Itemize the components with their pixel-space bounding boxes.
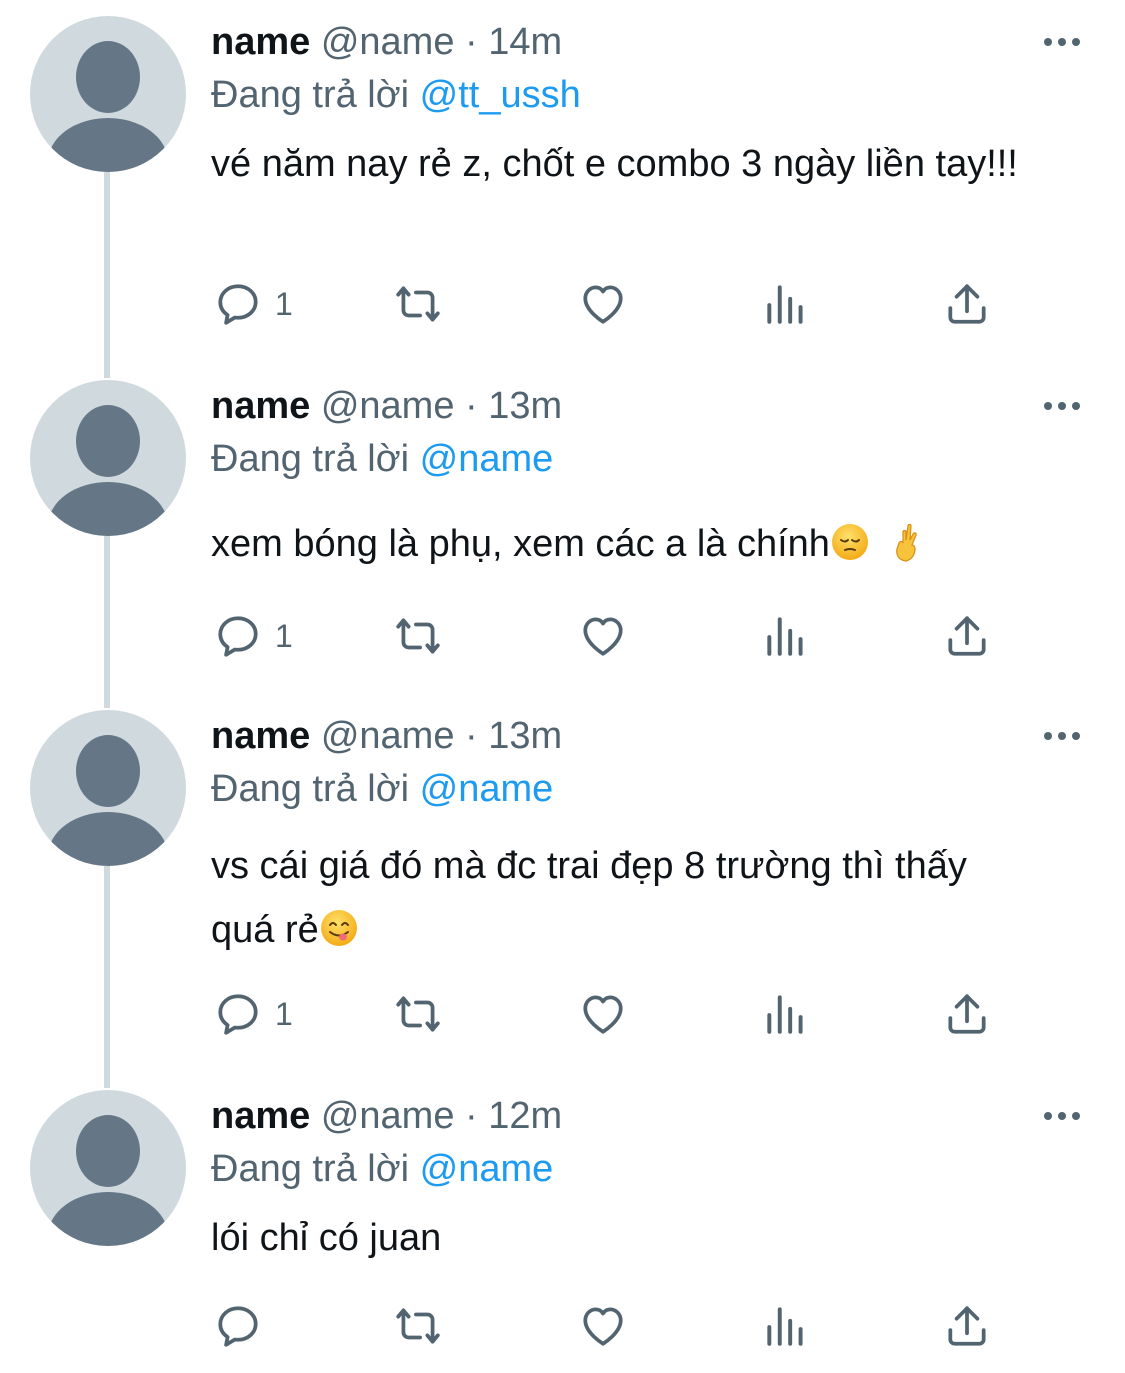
mention-link[interactable]: @name <box>420 768 554 810</box>
user-handle[interactable]: @name <box>321 385 455 427</box>
avatar[interactable] <box>30 16 186 172</box>
reply-button[interactable] <box>213 1296 275 1356</box>
timestamp[interactable]: 14m <box>488 21 562 63</box>
share-button[interactable] <box>942 606 992 666</box>
replying-prefix: Đang trả lời <box>211 768 410 810</box>
tweet-actions: 1 <box>0 606 1125 666</box>
like-icon <box>583 995 623 1034</box>
tweet-text-row: vs cái giá đó mà đc trai đẹp 8 trường th… <box>211 834 1031 962</box>
timestamp[interactable]: 13m <box>488 385 562 427</box>
retweet-icon <box>396 996 440 1032</box>
replying-to: Đang trả lời @name <box>211 766 553 812</box>
thread-connector <box>104 866 110 1088</box>
reply-icon <box>218 1306 258 1347</box>
replying-to: Đang trả lời @tt_ussh <box>211 72 581 118</box>
like-button[interactable] <box>578 984 628 1044</box>
reply-count: 1 <box>275 617 293 654</box>
separator-dot: · <box>465 21 478 63</box>
views-icon <box>767 285 803 324</box>
tweet-actions <box>0 1296 1125 1356</box>
user-handle[interactable]: @name <box>321 21 455 63</box>
replying-prefix: Đang trả lời <box>211 1148 410 1190</box>
display-name[interactable]: name <box>211 21 310 63</box>
reply-icon <box>218 994 258 1035</box>
tweet-text: lói chỉ có juan <box>211 1217 442 1259</box>
share-icon <box>948 616 986 656</box>
reply-icon <box>218 616 258 657</box>
like-icon <box>583 285 623 324</box>
tweet-actions: 1 <box>0 274 1125 334</box>
mention-link[interactable]: @tt_ussh <box>420 74 581 116</box>
views-icon <box>767 995 803 1034</box>
retweet-button[interactable] <box>393 984 443 1044</box>
display-name[interactable]: name <box>211 385 310 427</box>
mention-link[interactable]: @name <box>420 438 554 480</box>
tweet-header: name @name · 13m <box>211 384 562 428</box>
tweet-actions: 1 <box>0 984 1125 1044</box>
tweet-header: name @name · 14m <box>211 20 562 64</box>
views-icon <box>767 617 803 656</box>
like-button[interactable] <box>578 1296 628 1356</box>
like-icon <box>583 1307 623 1346</box>
tweet-header: name @name · 12m <box>211 1094 562 1138</box>
replying-prefix: Đang trả lời <box>211 438 410 480</box>
replying-prefix: Đang trả lời <box>211 74 410 116</box>
views-icon <box>767 1307 803 1346</box>
avatar[interactable] <box>30 380 186 536</box>
like-button[interactable] <box>578 606 628 666</box>
tweet-text: vé năm nay rẻ z, chốt e combo 3 ngày liề… <box>211 143 1018 185</box>
display-name[interactable]: name <box>211 1095 310 1137</box>
avatar[interactable] <box>30 710 186 866</box>
display-name[interactable]: name <box>211 715 310 757</box>
views-button[interactable] <box>761 274 811 334</box>
share-button[interactable] <box>942 274 992 334</box>
more-icon[interactable] <box>1040 390 1084 420</box>
timestamp[interactable]: 12m <box>488 1095 562 1137</box>
reply-count: 1 <box>275 285 293 322</box>
reply-button[interactable]: 1 <box>213 606 293 666</box>
reply-icon <box>218 284 258 325</box>
share-button[interactable] <box>942 1296 992 1356</box>
tweet-text-row: xem bóng là phụ, xem các a là chính <box>211 520 1071 568</box>
views-button[interactable] <box>761 984 811 1044</box>
like-button[interactable] <box>578 274 628 334</box>
tweet-text: xem bóng là phụ, xem các a là chính <box>211 523 830 565</box>
retweet-icon <box>396 1308 440 1344</box>
reply-button[interactable]: 1 <box>213 274 293 334</box>
replying-to: Đang trả lời @name <box>211 436 553 482</box>
retweet-button[interactable] <box>393 1296 443 1356</box>
retweet-button[interactable] <box>393 274 443 334</box>
user-handle[interactable]: @name <box>321 715 455 757</box>
timestamp[interactable]: 13m <box>488 715 562 757</box>
more-icon[interactable] <box>1040 720 1084 750</box>
separator-dot: · <box>465 1095 478 1137</box>
like-icon <box>583 617 623 656</box>
more-icon[interactable] <box>1040 26 1084 56</box>
retweet-button[interactable] <box>393 606 443 666</box>
tweet-header: name @name · 13m <box>211 714 562 758</box>
crossed-fingers-emoji <box>896 523 917 562</box>
more-icon[interactable] <box>1040 1100 1084 1130</box>
pensive-face-emoji <box>831 524 868 560</box>
reply-button[interactable]: 1 <box>213 984 293 1044</box>
separator-dot: · <box>465 715 478 757</box>
share-icon <box>948 1306 986 1346</box>
retweet-icon <box>396 286 440 322</box>
separator-dot: · <box>465 385 478 427</box>
yummy-face-emoji <box>320 910 357 946</box>
views-button[interactable] <box>761 606 811 666</box>
replying-to: Đang trả lời @name <box>211 1146 553 1192</box>
share-icon <box>948 994 986 1034</box>
views-button[interactable] <box>761 1296 811 1356</box>
share-icon <box>948 284 986 324</box>
user-handle[interactable]: @name <box>321 1095 455 1137</box>
share-button[interactable] <box>942 984 992 1044</box>
reply-count: 1 <box>275 995 293 1032</box>
mention-link[interactable]: @name <box>420 1148 554 1190</box>
avatar[interactable] <box>30 1090 186 1246</box>
retweet-icon <box>396 618 440 654</box>
